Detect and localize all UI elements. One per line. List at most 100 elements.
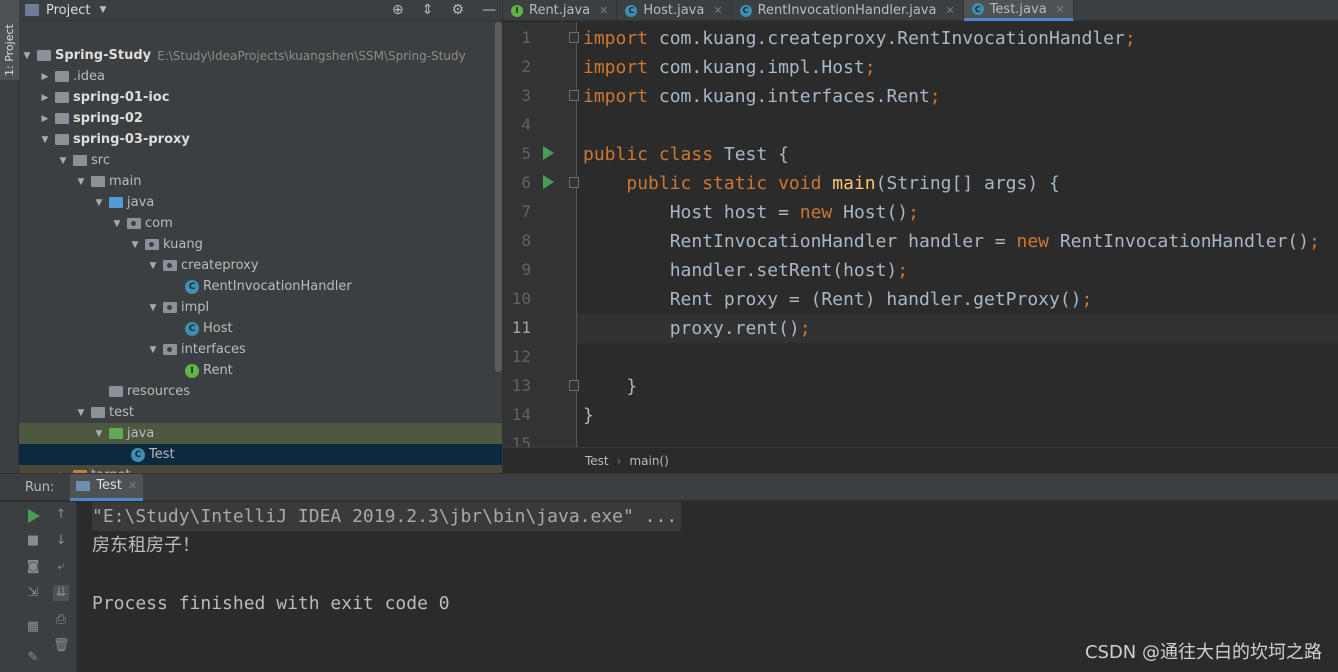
code-line-current: proxy.rent(); xyxy=(577,314,1338,343)
code-line: } xyxy=(583,405,594,426)
expanded-arrow-icon[interactable]: ▼ xyxy=(93,429,105,439)
tree-item-host[interactable]: C Host xyxy=(19,318,496,339)
expanded-arrow-icon[interactable]: ▼ xyxy=(147,261,159,271)
module-folder-icon xyxy=(55,134,69,145)
runnable-class-icon: C xyxy=(131,447,145,462)
close-icon[interactable]: ✕ xyxy=(945,4,954,17)
tab-rent-java[interactable]: I Rent.java ✕ xyxy=(503,0,618,21)
line-number: 13 xyxy=(511,376,531,395)
tree-item-createproxy[interactable]: ▼ createproxy xyxy=(19,255,496,276)
tree-item-src[interactable]: ▼ src xyxy=(19,150,496,171)
class-icon: C xyxy=(185,321,199,336)
tree-item-spring-01-ioc[interactable]: ▶ spring-01-ioc xyxy=(19,87,496,108)
down-arrow-icon[interactable]: ↓ xyxy=(53,533,69,549)
code-area[interactable]: import com.kuang.createproxy.RentInvocat… xyxy=(577,22,1338,447)
tab-host-java[interactable]: C Host.java ✕ xyxy=(617,0,732,21)
tree-item-label: spring-03-proxy xyxy=(73,132,190,147)
chevron-down-icon[interactable]: ▼ xyxy=(99,5,106,15)
gear-icon[interactable]: ⚙ xyxy=(451,2,464,18)
expanded-arrow-icon[interactable]: ▼ xyxy=(75,177,87,187)
close-icon[interactable]: ✕ xyxy=(713,4,722,17)
project-scrollbar[interactable] xyxy=(495,22,502,372)
tree-item-spring-02[interactable]: ▶ spring-02 xyxy=(19,108,496,129)
breadcrumb-separator-icon: › xyxy=(616,453,622,468)
tree-item-test-java[interactable]: ▼ java xyxy=(19,423,502,444)
tree-item-label: Test xyxy=(149,447,175,462)
run-class-icon[interactable] xyxy=(543,146,554,160)
tree-item-label: RentInvocationHandler xyxy=(203,279,352,294)
collapsed-arrow-icon[interactable]: ▶ xyxy=(39,93,51,103)
expanded-arrow-icon[interactable]: ▼ xyxy=(111,219,123,229)
camera-icon[interactable]: ◙ xyxy=(25,559,41,575)
folder-icon xyxy=(91,407,105,418)
tree-item-rent[interactable]: I Rent xyxy=(19,360,496,381)
scroll-to-end-icon[interactable]: ⇊ xyxy=(53,585,69,601)
layout-icon[interactable]: ▦ xyxy=(25,619,41,635)
module-folder-icon xyxy=(37,50,51,61)
source-folder-icon xyxy=(109,197,123,208)
collapse-all-icon[interactable]: ⇕ xyxy=(422,2,434,18)
expanded-arrow-icon[interactable]: ▼ xyxy=(57,156,69,166)
close-icon[interactable]: ✕ xyxy=(1056,3,1065,16)
tree-item-idea[interactable]: ▶ .idea xyxy=(19,66,496,87)
project-tool-tab-label: 1: Project xyxy=(3,24,16,76)
tree-item-rentinvocationhandler[interactable]: C RentInvocationHandler xyxy=(19,276,496,297)
rerun-icon[interactable] xyxy=(28,509,40,523)
expanded-arrow-icon[interactable]: ▼ xyxy=(39,135,51,145)
tree-item-resources[interactable]: resources xyxy=(19,381,496,402)
expanded-arrow-icon[interactable]: ▼ xyxy=(93,198,105,208)
tree-item-test[interactable]: ▼ test xyxy=(19,402,496,423)
collapsed-arrow-icon[interactable]: ▶ xyxy=(39,72,51,82)
tree-item-label: test xyxy=(109,405,134,420)
stop-icon[interactable]: ■ xyxy=(25,533,41,549)
tree-item-com[interactable]: ▼ com xyxy=(19,213,496,234)
line-number: 8 xyxy=(521,231,531,250)
line-number-current: 11 xyxy=(511,318,531,337)
tree-item-target[interactable]: ▶target xyxy=(19,465,502,473)
console-command[interactable]: "E:\Study\IntelliJ IDEA 2019.2.3\jbr\bin… xyxy=(92,502,682,531)
tab-rentinvocationhandler-java[interactable]: C RentInvocationHandler.java ✕ xyxy=(732,0,964,21)
module-folder-icon xyxy=(55,113,69,124)
tree-item-main[interactable]: ▼ main xyxy=(19,171,496,192)
pin-icon[interactable]: ✎ xyxy=(25,650,41,666)
soft-wrap-icon[interactable]: ⤶ xyxy=(53,559,69,575)
tree-item-spring-03-proxy[interactable]: ▼ spring-03-proxy xyxy=(19,129,496,150)
tree-item-test-class[interactable]: C Test xyxy=(19,444,502,465)
expanded-arrow-icon[interactable]: ▼ xyxy=(129,240,141,250)
tree-item-label: spring-01-ioc xyxy=(73,90,170,105)
project-view-selector[interactable]: Project xyxy=(46,3,90,18)
tree-item-label: Host xyxy=(203,321,233,336)
tab-test-java[interactable]: C Test.java ✕ xyxy=(963,0,1074,21)
exit-icon[interactable]: ⇲ xyxy=(25,585,41,601)
tree-item-interfaces[interactable]: ▼ interfaces xyxy=(19,339,496,360)
line-number: 9 xyxy=(521,260,531,279)
breadcrumb-class[interactable]: Test xyxy=(585,454,609,468)
collapsed-arrow-icon[interactable]: ▶ xyxy=(39,114,51,124)
run-method-icon[interactable] xyxy=(543,175,554,189)
locate-icon[interactable]: ⊕ xyxy=(392,2,404,18)
trash-icon[interactable]: 🗑 xyxy=(53,638,70,654)
class-icon: C xyxy=(739,4,752,17)
tree-item-main-java[interactable]: ▼ java xyxy=(19,192,496,213)
expanded-arrow-icon[interactable]: ▼ xyxy=(147,345,159,355)
tree-item-label: main xyxy=(109,174,142,189)
expanded-arrow-icon[interactable]: ▼ xyxy=(147,303,159,313)
up-arrow-icon[interactable]: ↑ xyxy=(53,507,69,523)
tree-item-spring-study[interactable]: ▼ Spring-Study E:\Study\IdeaProjects\kuang… xyxy=(19,45,496,66)
interface-icon: I xyxy=(511,4,523,17)
close-icon[interactable]: ✕ xyxy=(128,479,137,492)
hide-panel-icon[interactable]: — xyxy=(482,2,496,18)
tree-item-impl[interactable]: ▼ impl xyxy=(19,297,496,318)
editor: I Rent.java ✕ C Host.java ✕ C RentInvoca… xyxy=(502,0,1338,473)
run-panel: Run: Test ✕ ■ ◙ ⇲ ▦ ✎ ↑ ↓ ⤶ ⇊ ⎙ 🗑 "E:\St… xyxy=(0,473,1338,672)
expanded-arrow-icon[interactable]: ▼ xyxy=(21,51,33,61)
breadcrumb-method[interactable]: main() xyxy=(629,454,668,468)
code-line: import com.kuang.interfaces.Rent; xyxy=(583,86,941,107)
run-tab-test[interactable]: Test ✕ xyxy=(70,473,144,501)
tree-item-kuang[interactable]: ▼ kuang xyxy=(19,234,496,255)
print-icon[interactable]: ⎙ xyxy=(53,612,69,628)
left-tool-strip-bottom xyxy=(0,502,19,672)
expanded-arrow-icon[interactable]: ▼ xyxy=(75,408,87,418)
close-icon[interactable]: ✕ xyxy=(599,4,608,17)
project-tool-tab[interactable]: 1: Project xyxy=(0,0,19,80)
